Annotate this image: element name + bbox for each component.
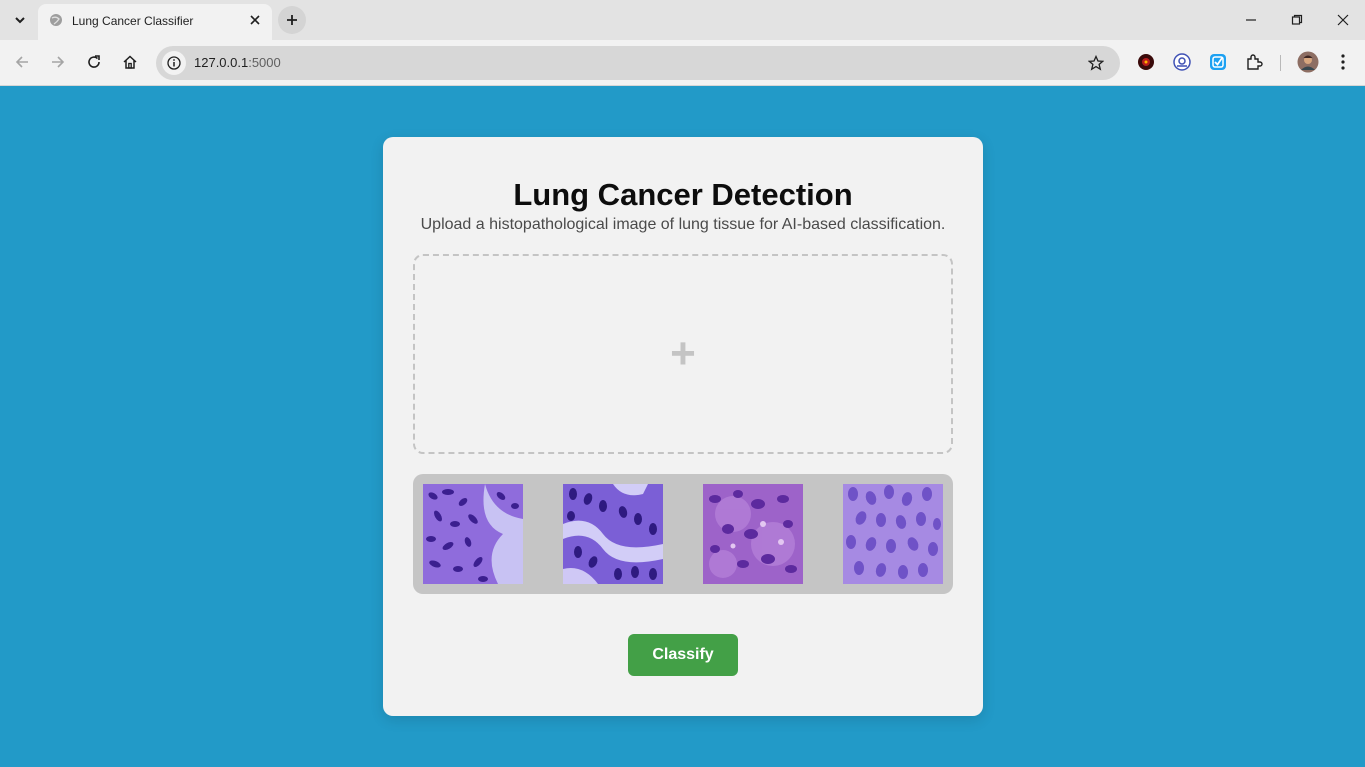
classify-button[interactable]: Classify [628,634,738,676]
new-tab-button[interactable] [278,6,306,34]
sample-image-3[interactable] [703,484,803,584]
profile-avatar[interactable] [1297,51,1319,73]
extension-red-icon[interactable] [1136,52,1156,72]
sample-image-2[interactable] [563,484,663,584]
url-port: :5000 [248,55,281,70]
extension-check-icon[interactable] [1208,52,1228,72]
page-title: Lung Cancer Detection [513,177,853,212]
forward-arrow-icon[interactable] [46,50,70,74]
browser-tab-active[interactable]: Lung Cancer Classifier [38,4,272,40]
address-bar[interactable]: 127.0.0.1:5000 [156,46,1120,80]
extension-badge-icon[interactable] [1172,52,1192,72]
home-icon[interactable] [118,50,142,74]
extensions-puzzle-icon[interactable] [1244,52,1264,72]
page-subtitle: Upload a histopathological image of lung… [420,216,946,233]
toolbar-divider [1280,55,1281,71]
image-upload-dropzone[interactable]: + [413,254,953,454]
sample-image-4[interactable] [843,484,943,584]
browser-menu-icon[interactable] [1333,52,1353,72]
reload-icon[interactable] [82,50,106,74]
tab-title: Lung Cancer Classifier [72,14,194,28]
tab-search-chevron-icon[interactable] [8,8,32,32]
url-text[interactable]: 127.0.0.1:5000 [194,55,281,70]
close-window-icon[interactable] [1331,8,1355,32]
sample-images-strip [413,474,953,594]
plus-icon: + [670,329,696,378]
minimize-icon[interactable] [1239,8,1263,32]
globe-icon [49,13,63,27]
bookmark-star-icon[interactable] [1086,53,1106,73]
classifier-card: Lung Cancer Detection Upload a histopath… [383,137,983,716]
url-host: 127.0.0.1 [194,55,249,70]
tab-close-icon[interactable] [246,11,264,29]
plus-icon [287,15,297,25]
browser-tabstrip: Lung Cancer Classifier [0,0,1365,40]
back-arrow-icon[interactable] [10,50,34,74]
browser-toolbar: 127.0.0.1:5000 [0,40,1365,86]
restore-icon[interactable] [1285,8,1309,32]
site-info-icon[interactable] [162,51,186,75]
sample-image-1[interactable] [423,484,523,584]
